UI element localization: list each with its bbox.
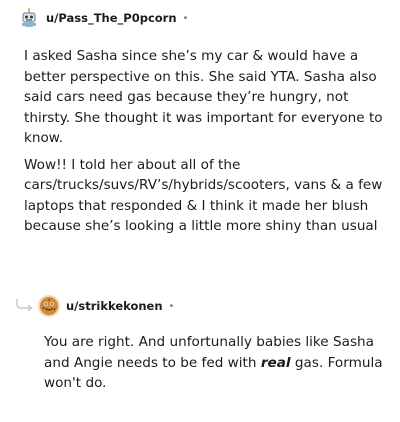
comment-1-body: I asked Sasha since she’s my car & would… bbox=[18, 46, 388, 237]
robot-avatar-icon[interactable] bbox=[18, 7, 40, 29]
comment-2-body: You are right. And unfortunally babies l… bbox=[38, 332, 388, 394]
comment-1: u/Pass_The_P0pcorn • I asked Sasha since… bbox=[18, 6, 388, 243]
comment-1-username[interactable]: u/Pass_The_P0pcorn bbox=[46, 11, 177, 25]
comment-2-text-emphasis: real bbox=[260, 354, 291, 371]
comment-2-meta-dot: • bbox=[168, 300, 175, 312]
comment-2-header: u/strikkekonen • bbox=[38, 294, 388, 318]
comment-1-paragraph-1: I asked Sasha since she’s my car & would… bbox=[24, 48, 383, 146]
comment-1-header: u/Pass_The_P0pcorn • bbox=[18, 6, 388, 30]
comment-thread: u/Pass_The_P0pcorn • I asked Sasha since… bbox=[0, 0, 400, 422]
comment-1-paragraph-2: Wow!! I told her about all of the cars/t… bbox=[24, 156, 383, 235]
comment-2-username[interactable]: u/strikkekonen bbox=[66, 299, 163, 313]
comment-2-paragraph: You are right. And unfortunally babies l… bbox=[44, 332, 388, 394]
reply-connector-icon bbox=[16, 299, 33, 311]
comment-2: u/strikkekonen • You are right. And unfo… bbox=[38, 294, 388, 394]
comment-1-meta-dot: • bbox=[182, 12, 189, 24]
cookie-avatar-icon[interactable] bbox=[38, 295, 60, 317]
